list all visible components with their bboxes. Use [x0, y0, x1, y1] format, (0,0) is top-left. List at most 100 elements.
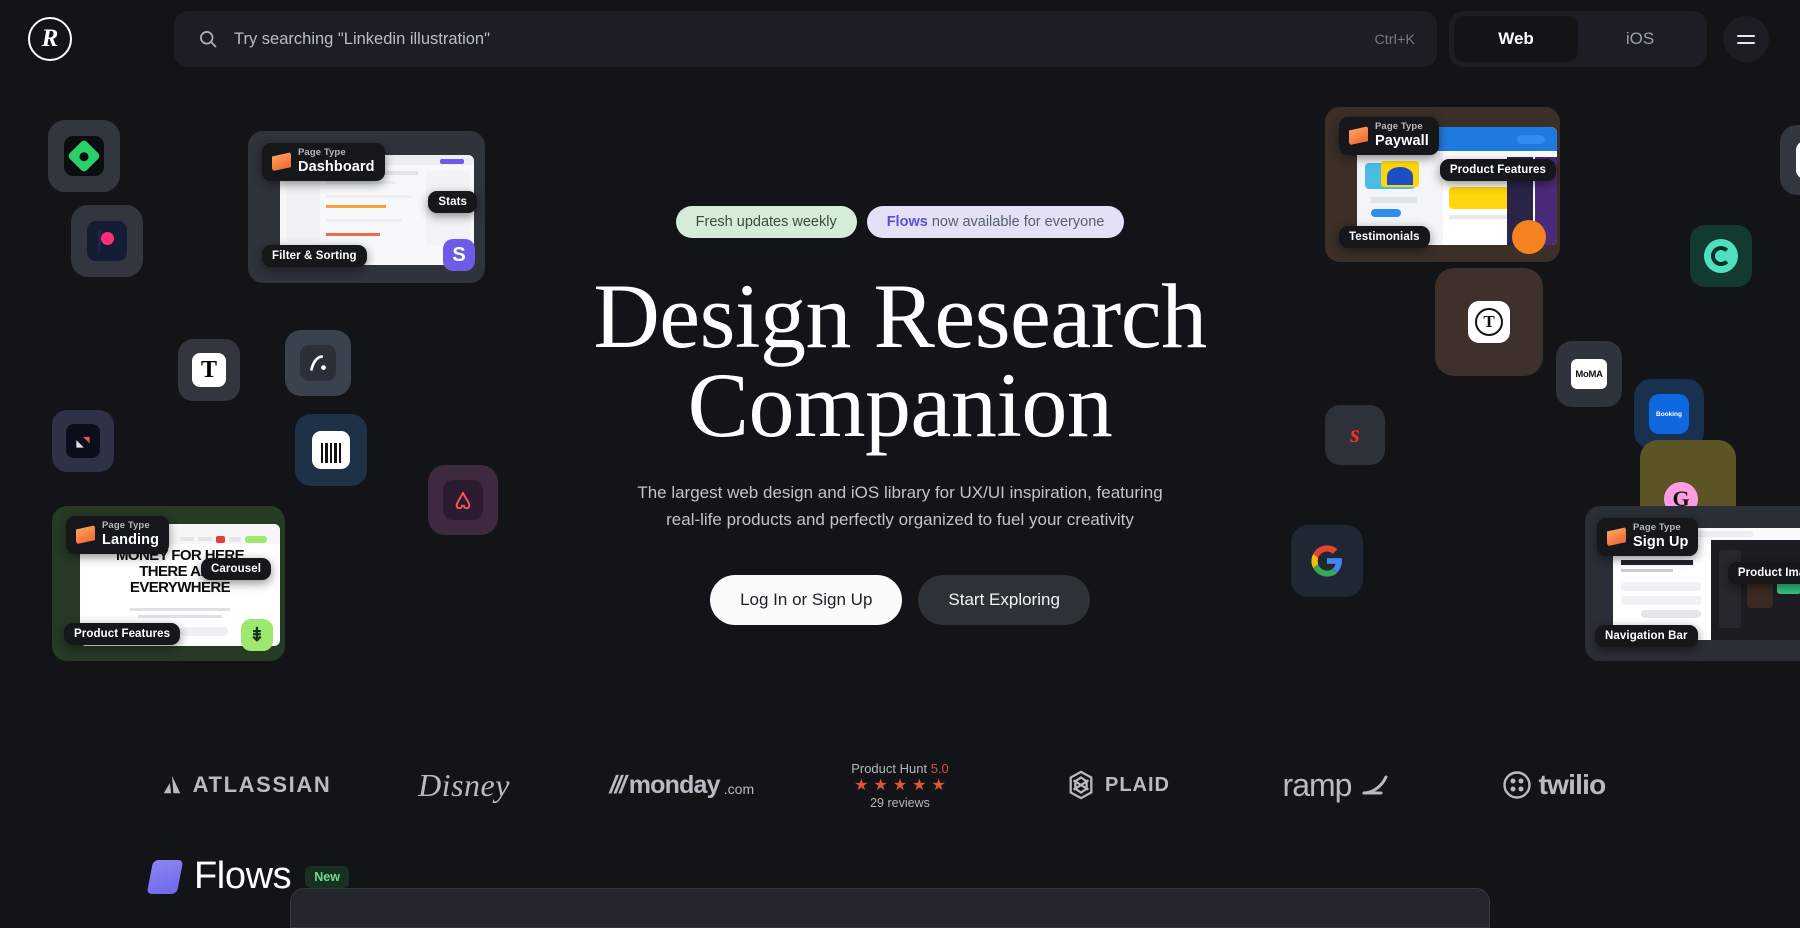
decor-tile-arc[interactable] [285, 330, 351, 396]
badge-flows-highlight: Flows [887, 214, 928, 230]
arc-glyph [307, 352, 329, 374]
tab-web[interactable]: Web [1454, 16, 1578, 62]
plaid-icon [1066, 769, 1096, 801]
moma-icon: MoMA [1571, 359, 1607, 389]
decor-tile-booking[interactable]: Booking [1634, 379, 1704, 449]
page-type-value: Dashboard [298, 159, 375, 176]
preview-card-paywall[interactable]: Page Type Paywall Product Features Testi… [1325, 107, 1560, 262]
hero-badges: Fresh updates weekly Flows now available… [676, 206, 1125, 238]
badge-flows-text: now available for everyone [928, 214, 1105, 230]
tab-ios[interactable]: iOS [1578, 16, 1702, 62]
preview-card-signup[interactable]: Page Type Sign Up Product Image Navigati… [1585, 506, 1800, 661]
decor-tile-figma[interactable] [71, 205, 143, 277]
plaid-logo-text: PLAID [1105, 774, 1170, 797]
tag-navigation-bar: Navigation Bar [1595, 625, 1698, 647]
disney-logo-text: Disney [418, 767, 510, 804]
airbnb-icon [443, 480, 483, 520]
hero-subtitle-line1: The largest web design and iOS library f… [637, 483, 1162, 502]
brand-badge-orange-circle [1512, 220, 1546, 254]
star-icon: ★ [854, 778, 868, 794]
plaid-logo: PLAID [1009, 769, 1227, 801]
star-icon: ★ [873, 778, 887, 794]
badge-flows-available[interactable]: Flows now available for everyone [867, 206, 1125, 238]
google-glyph [1310, 544, 1344, 578]
ramp-logo: ramp [1227, 767, 1445, 804]
ramp-icon [1361, 774, 1389, 796]
hero-subtitle-line2: real-life products and perfectly organiz… [666, 510, 1134, 529]
tag-product-features: Product Features [64, 623, 180, 645]
page-type-label: Page Type [1375, 122, 1429, 133]
menu-line [1737, 35, 1755, 37]
page-type-label: Page Type [298, 148, 375, 159]
page-type-flag-icon [76, 525, 95, 544]
star-icon: ★ [893, 778, 907, 794]
hamburger-menu-icon[interactable] [1723, 16, 1769, 62]
decor-tile-google[interactable] [1291, 525, 1363, 597]
hero-title-line1: Design Research [593, 265, 1206, 367]
refero-logo[interactable]: R [28, 17, 72, 61]
raycast-icon [66, 424, 100, 458]
page-type-tag-dashboard: Page Type Dashboard [262, 143, 385, 181]
tag-product-features: Product Features [1440, 159, 1556, 181]
tinkoff-icon: T [1468, 301, 1510, 343]
barcode-icon [312, 431, 350, 469]
atlassian-logo-text: ATLASSIAN [193, 772, 332, 798]
flows-title: Flows [194, 855, 291, 898]
raycast-glyph [73, 431, 93, 451]
page-type-label: Page Type [102, 521, 159, 532]
monday-logo-text: monday [629, 771, 720, 800]
tag-product-image: Product Image [1728, 562, 1800, 584]
login-signup-button[interactable]: Log In or Sign Up [710, 575, 902, 625]
monday-logo: /// monday .com [573, 771, 791, 800]
product-hunt-badge[interactable]: Product Hunt 5.0 ★ ★ ★ ★ ★ 29 reviews [791, 761, 1009, 810]
flows-preview-panel[interactable] [290, 888, 1490, 928]
decor-tile-coinbase[interactable] [1690, 225, 1752, 287]
tag-stats: Stats [428, 191, 477, 213]
page-type-flag-icon [272, 152, 291, 171]
star-icon: ★ [912, 778, 926, 794]
ramp-logo-text: ramp [1283, 767, 1352, 804]
atlassian-icon [161, 774, 183, 796]
search-input[interactable] [234, 30, 1375, 49]
decor-tile-tinkoff[interactable]: T [1435, 268, 1543, 376]
preview-card-landing[interactable]: MONEY FOR HERE THERE AND EVERYWHERE Page… [52, 506, 285, 661]
hero-subtitle: The largest web design and iOS library f… [637, 480, 1162, 533]
platform-toggle: Web iOS [1449, 11, 1707, 67]
search-bar[interactable]: Ctrl+K [174, 11, 1437, 67]
preview-card-dashboard[interactable]: Page Type Dashboard Stats Filter & Sorti… [248, 131, 485, 283]
google-icon [1307, 541, 1347, 581]
decor-tile-barcode[interactable] [295, 414, 367, 486]
page-type-tag-paywall: Page Type Paywall [1339, 117, 1439, 155]
flows-section-header: Flows New [150, 855, 349, 898]
flows-new-badge: New [305, 866, 349, 888]
decor-tile-evernote[interactable] [48, 120, 120, 192]
decor-tile-raycast[interactable] [52, 410, 114, 472]
decor-tile-moma[interactable]: MoMA [1556, 341, 1622, 407]
decor-tile-nytimes[interactable]: T [178, 339, 240, 401]
partial-icon [1796, 141, 1800, 179]
star-icon: ★ [932, 778, 946, 794]
page-type-value: Sign Up [1633, 534, 1688, 551]
decor-tile-skillshare[interactable]: s [1325, 405, 1385, 465]
airbnb-glyph [452, 489, 474, 511]
tag-carousel: Carousel [201, 558, 271, 580]
decor-tile-airbnb[interactable] [428, 465, 498, 535]
refero-logo-text: R [42, 25, 59, 53]
badge-fresh-updates[interactable]: Fresh updates weekly [676, 206, 857, 238]
decor-tile-edge-right[interactable] [1780, 125, 1800, 195]
product-hunt-rating: 5.0 [931, 761, 949, 776]
page-type-tag-landing: Page Type Landing [66, 516, 169, 554]
start-exploring-button[interactable]: Start Exploring [918, 575, 1090, 625]
product-hunt-review-count: 29 reviews [870, 796, 930, 810]
twilio-icon [1503, 771, 1531, 799]
search-icon [198, 29, 218, 49]
tag-testimonials: Testimonials [1339, 226, 1430, 248]
landing-headline-3: EVERYWHERE [80, 580, 280, 596]
skillshare-icon: s [1338, 418, 1372, 452]
product-hunt-label: Product Hunt [851, 761, 927, 776]
page-type-flag-icon [1349, 126, 1368, 145]
search-shortcut-hint: Ctrl+K [1375, 31, 1416, 47]
page-type-value: Landing [102, 532, 159, 549]
monday-icon: /// [607, 771, 628, 800]
atlassian-logo: ATLASSIAN [137, 772, 355, 798]
